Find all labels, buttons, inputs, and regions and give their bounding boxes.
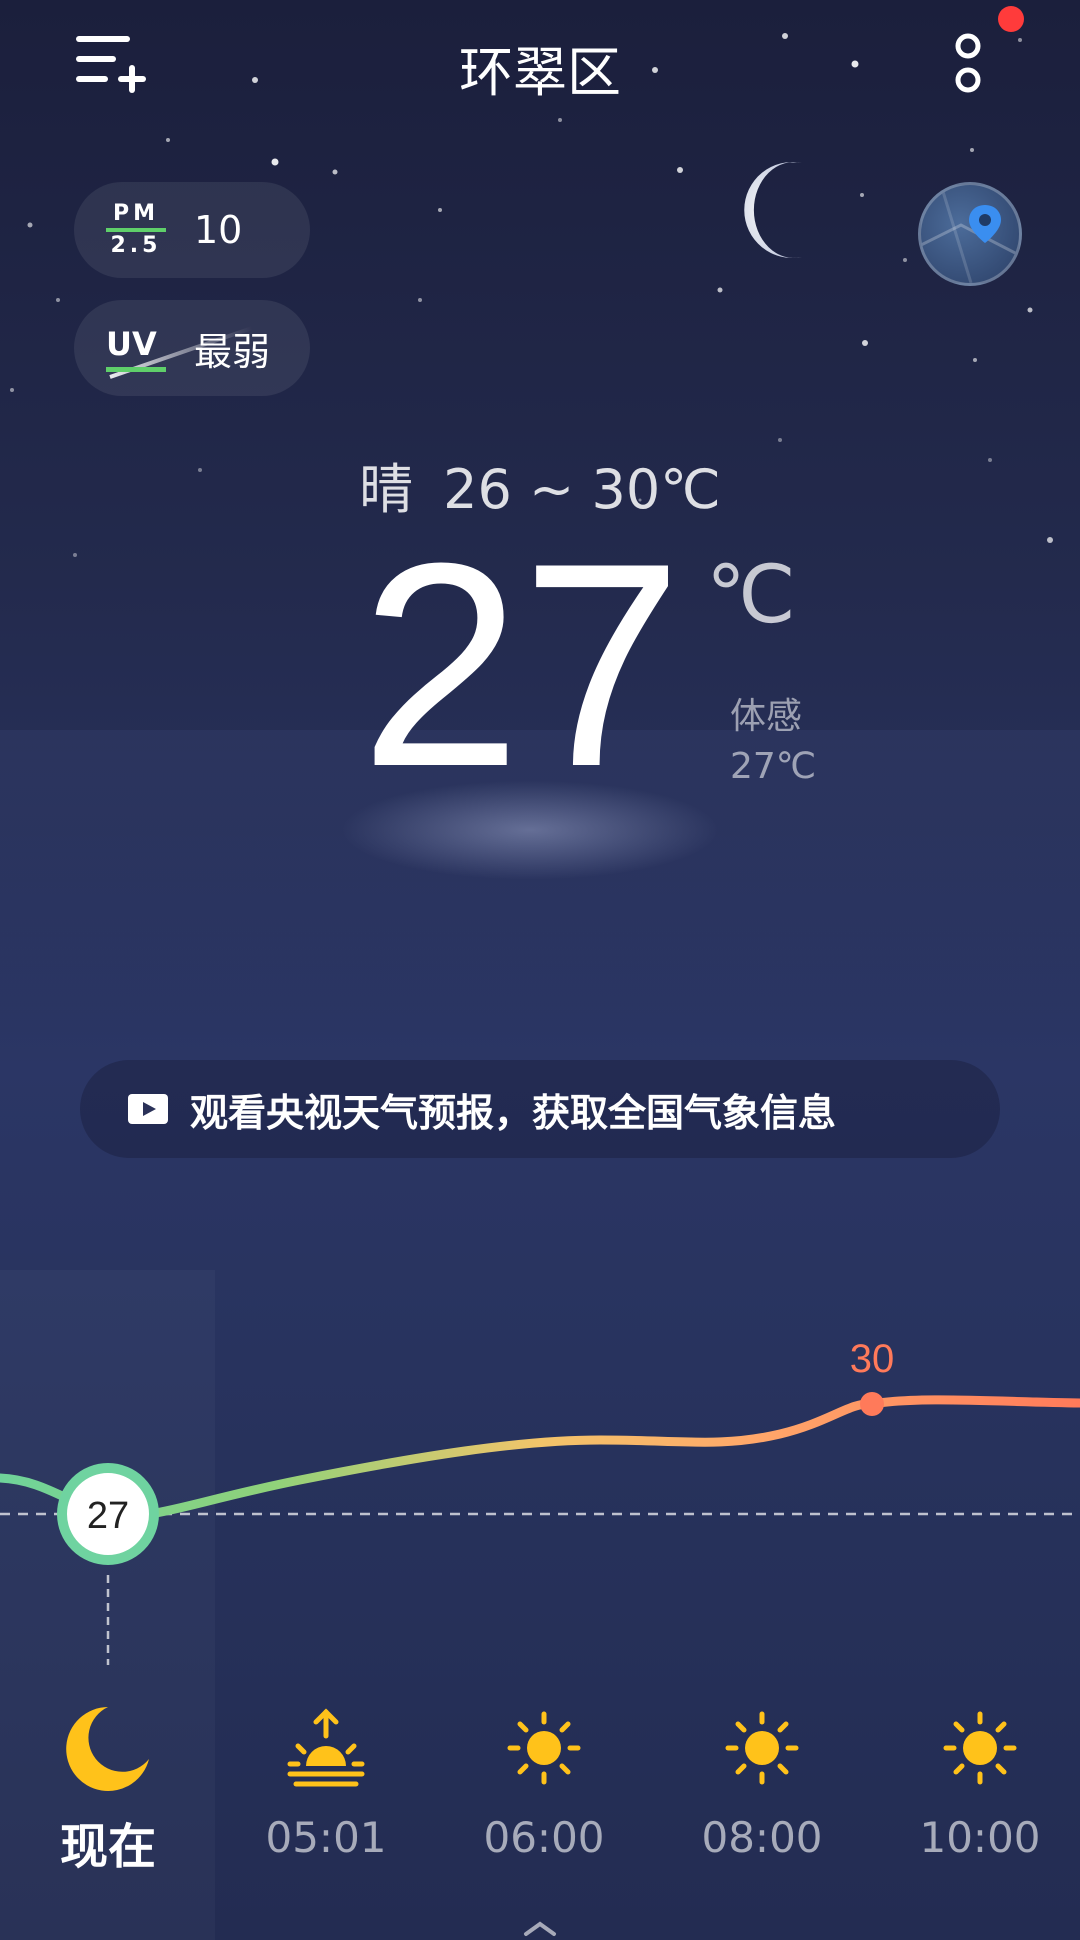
max-temperature-point <box>860 1392 884 1416</box>
hourly-forecast-list: 现在 05:01 06:00 08:00 10:00 <box>0 1700 1080 1900</box>
cctv-forecast-banner[interactable]: 观看央视天气预报，获取全国气象信息 <box>80 1060 1000 1158</box>
hourly-temperature-chart: 27 30 <box>0 1337 1080 1665</box>
hourly-time-label: 06:00 <box>483 1813 605 1862</box>
crescent-moon-icon <box>744 162 802 258</box>
top-bar: 环翠区 <box>0 0 1080 130</box>
sun-icon <box>507 1711 581 1784</box>
sun-icon <box>725 1711 799 1784</box>
hourly-item-sunrise[interactable]: 05:01 <box>246 1700 406 1862</box>
hourly-time-label: 10:00 <box>919 1813 1041 1862</box>
temperature-curve <box>0 1395 1080 1521</box>
map-location-button[interactable] <box>918 182 1022 286</box>
sun-icon <box>943 1711 1017 1784</box>
uv-label: UV <box>106 325 166 372</box>
pm25-value: 10 <box>194 208 243 252</box>
pm25-pill[interactable]: PM 2.5 10 <box>74 182 310 278</box>
feels-like-value: 27℃ <box>730 746 817 787</box>
pm25-label-bottom: 2.5 <box>110 233 162 258</box>
cctv-banner-text: 观看央视天气预报，获取全国气象信息 <box>190 1090 837 1135</box>
pm25-underline <box>106 228 166 232</box>
pm25-label: PM 2.5 <box>106 202 166 258</box>
current-temperature: 27 <box>360 503 683 827</box>
map-pin-icon <box>921 185 1019 283</box>
more-vertical-icon[interactable] <box>940 24 996 104</box>
hourly-time-label: 现在 <box>59 1819 156 1875</box>
chevron-down-icon[interactable] <box>520 1920 560 1940</box>
max-temperature-label: 30 <box>850 1337 895 1381</box>
hourly-item-0800[interactable]: 08:00 <box>682 1700 842 1862</box>
sunrise-icon <box>287 1707 365 1786</box>
play-video-icon <box>128 1094 168 1124</box>
crescent-moon-icon <box>66 1706 149 1791</box>
feels-like-label: 体感 <box>730 696 803 737</box>
hourly-time-label: 05:01 <box>265 1813 387 1862</box>
uv-underline <box>106 366 166 372</box>
uv-label-text: UV <box>106 324 157 363</box>
hourly-time-label: 08:00 <box>701 1813 823 1862</box>
pm25-label-top: PM <box>112 201 160 226</box>
now-temperature-label: 27 <box>87 1495 129 1537</box>
temperature-unit: ℃ <box>706 548 796 641</box>
city-title[interactable]: 环翠区 <box>0 28 1080 107</box>
hourly-item-now[interactable]: 现在 <box>28 1700 188 1877</box>
hourly-item-0600[interactable]: 06:00 <box>464 1700 624 1862</box>
hourly-item-1000[interactable]: 10:00 <box>900 1700 1060 1862</box>
feels-like: 体感 27℃ <box>730 692 816 792</box>
uv-pill[interactable]: UV 最弱 <box>74 300 310 396</box>
notification-dot <box>998 6 1024 32</box>
uv-value: 最弱 <box>194 329 271 374</box>
